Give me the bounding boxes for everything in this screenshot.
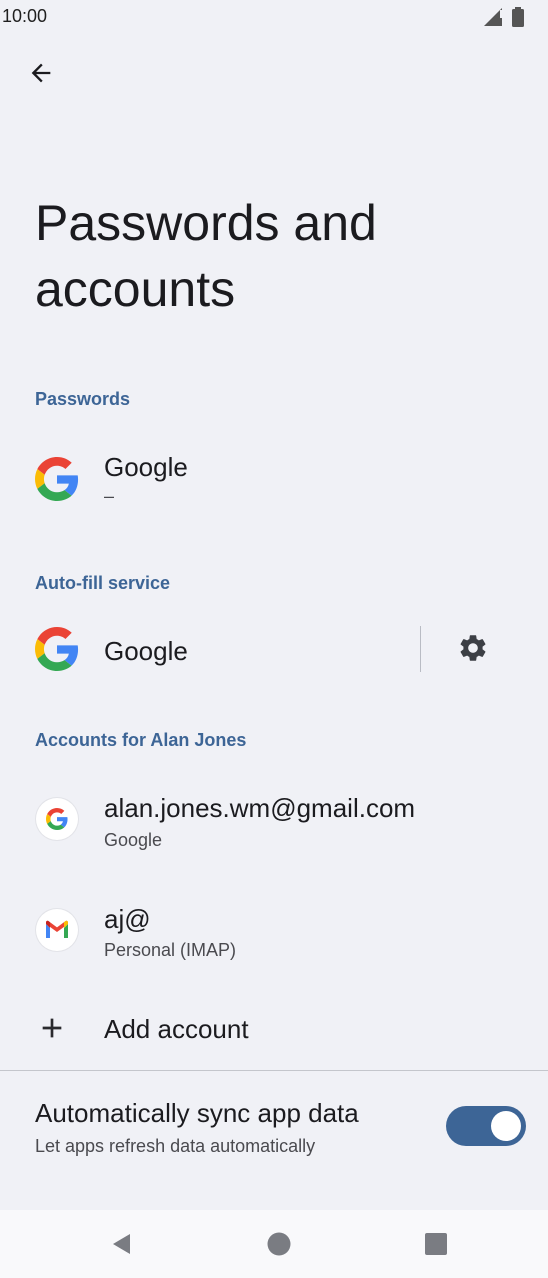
autofill-provider-title: Google xyxy=(104,636,188,666)
page-title: Passwords and accounts xyxy=(35,195,377,317)
account-item-imap[interactable]: aj@ Personal (IMAP) xyxy=(0,888,548,978)
section-header-accounts: Accounts for Alan Jones xyxy=(35,730,247,750)
autofill-settings-button[interactable] xyxy=(450,627,496,673)
autofill-divider xyxy=(420,626,421,672)
google-icon xyxy=(35,627,79,671)
circle-home-icon xyxy=(267,1232,291,1261)
battery-icon xyxy=(512,7,524,32)
arrow-back-icon xyxy=(27,59,55,92)
back-button[interactable] xyxy=(22,56,60,94)
google-icon xyxy=(35,457,79,501)
toggle-knob xyxy=(491,1111,521,1141)
password-provider-google[interactable]: Google – xyxy=(0,436,548,526)
nav-back-button[interactable] xyxy=(106,1230,138,1262)
add-account-label: Add account xyxy=(104,1014,249,1044)
account-item-title: aj@ xyxy=(104,904,151,934)
account-item-google[interactable]: alan.jones.wm@gmail.com Google xyxy=(0,776,548,866)
account-item-subtitle: Personal (IMAP) xyxy=(104,940,237,960)
password-provider-title: Google xyxy=(104,452,188,482)
nav-home-button[interactable] xyxy=(263,1230,295,1262)
add-account-button[interactable]: Add account xyxy=(0,990,548,1066)
google-icon xyxy=(36,798,78,840)
plus-icon xyxy=(36,1012,68,1044)
square-recents-icon xyxy=(425,1232,447,1260)
navigation-bar xyxy=(0,1210,548,1278)
account-item-subtitle: Google xyxy=(104,830,163,850)
password-provider-subtitle: – xyxy=(104,486,115,506)
gear-icon xyxy=(457,632,489,669)
auto-sync-toggle[interactable] xyxy=(446,1106,526,1146)
gmail-icon xyxy=(36,909,78,951)
nav-recents-button[interactable] xyxy=(420,1230,452,1262)
section-divider xyxy=(0,1070,548,1071)
auto-sync-title: Automatically sync app data xyxy=(35,1098,359,1128)
account-item-title: alan.jones.wm@gmail.com xyxy=(104,793,416,823)
status-time: 10:00 xyxy=(2,6,48,26)
auto-sync-subtitle: Let apps refresh data automatically xyxy=(35,1136,316,1156)
section-header-autofill: Auto-fill service xyxy=(35,573,171,593)
signal-icon xyxy=(484,8,504,31)
section-header-passwords: Passwords xyxy=(35,389,131,409)
triangle-back-icon xyxy=(110,1232,134,1261)
autofill-provider-google[interactable]: Google xyxy=(0,612,410,688)
status-icons xyxy=(484,7,524,32)
